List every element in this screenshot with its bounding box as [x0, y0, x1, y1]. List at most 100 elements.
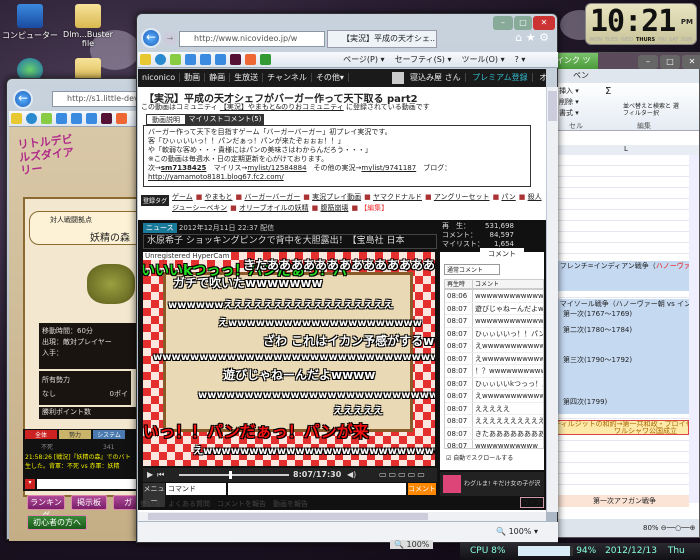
minimize-button[interactable]: –	[638, 55, 658, 69]
seek-handle[interactable]	[229, 471, 232, 479]
mylist-link[interactable]: mylist/12584884	[247, 164, 306, 172]
insert-button[interactable]: 挿入 ▾	[559, 86, 579, 97]
comment-input[interactable]	[228, 483, 406, 495]
favorites-star-icon[interactable]	[11, 113, 22, 124]
tag-link[interactable]: 実況プレイ動画	[312, 193, 361, 201]
autoscroll-checkbox[interactable]: ☑ 自動でスクロールする	[446, 453, 513, 462]
scroll-thumb[interactable]	[548, 91, 557, 121]
tag-link[interactable]: 腹筋崩壊	[320, 204, 348, 212]
ie-icon[interactable]	[185, 54, 196, 65]
footer-link[interactable]: 動画を報告	[273, 500, 308, 508]
tag-link[interactable]: やまもと	[205, 193, 233, 201]
excel-vscroll[interactable]	[689, 155, 699, 503]
user-name[interactable]: 寝込み屋 さん	[406, 73, 466, 82]
footer-link[interactable]: 使い方	[140, 500, 161, 508]
safety-menu[interactable]: セーフティ(S) ▾	[395, 54, 452, 65]
player-option-icons[interactable]: ▭▭▭▭▭	[379, 468, 427, 482]
chat-tab-system[interactable]: システム	[93, 430, 125, 439]
comment-row[interactable]: 08:07えええええええええええええ	[445, 415, 543, 428]
horizontal-scrollbar[interactable]	[138, 512, 546, 521]
tag-dictionary-icon[interactable]: ■	[196, 193, 205, 201]
tag-link[interactable]: バーガーバーガー	[244, 193, 300, 201]
tag-edit-link[interactable]: 【編集】	[360, 204, 388, 212]
close-button[interactable]: ✕	[533, 16, 555, 30]
maximize-button[interactable]: □	[660, 55, 680, 69]
minimize-button[interactable]: –	[493, 16, 513, 30]
footer-link[interactable]: よくある質問	[168, 500, 210, 508]
tag-link[interactable]: ヤマクドナルド	[373, 193, 422, 201]
find-select-button[interactable]: 検索と 選択	[653, 103, 679, 117]
close-button[interactable]: ✕	[682, 55, 700, 69]
favorites-star-icon[interactable]	[140, 54, 151, 65]
video-screen[interactable]: Unregistered HyperCam いいいkつっっ！パンだぁっ！パ きた…	[143, 252, 435, 466]
bbs-button[interactable]: 掲示板	[71, 495, 107, 510]
tab-description[interactable]: 動画説明	[146, 114, 186, 125]
format-button[interactable]: 書式 ▾	[559, 108, 579, 119]
ranking-button[interactable]: ランキング	[27, 495, 65, 520]
tag-link[interactable]: パン	[501, 193, 515, 201]
globe-icon[interactable]	[155, 54, 166, 65]
comment-panel-tab[interactable]: コメント	[480, 248, 524, 260]
column-header-l[interactable]: L	[553, 145, 699, 155]
pen-tab[interactable]: ペン	[553, 69, 699, 83]
excel-row[interactable]: 5 フレンチ=インディアン戦争（ハノーヴァー朝	[553, 261, 689, 291]
news-title-link[interactable]: 水原希子 ショッキングピンクで背中を大胆露出！【宝島社 日本	[143, 234, 437, 249]
nav-other[interactable]: その他▾	[311, 73, 349, 82]
home-star-gear-icons[interactable]: ⌂ ★ ⚙	[515, 31, 549, 44]
tag-dictionary-icon[interactable]: ■	[230, 204, 239, 212]
delete-button[interactable]: 削除 ▾	[559, 97, 579, 108]
comment-row[interactable]: 08:07 えええええ	[445, 402, 543, 415]
comment-list[interactable]: 08:06wwwwwwwwwwwwwww08:07遊びじゃねーんだよwww08:…	[444, 289, 544, 449]
ink-tools-tab[interactable]: インク ツール	[553, 53, 598, 81]
ie-icon[interactable]	[71, 113, 82, 124]
comment-row[interactable]: 08:07えwwwwwwwwwwwww	[445, 340, 543, 353]
ie-icon[interactable]	[86, 113, 97, 124]
seek-bar[interactable]	[179, 474, 289, 476]
comment-row[interactable]: 08:07！？wwwwwwwwwww	[445, 365, 543, 378]
tab-mylist-comments[interactable]: マイリストコメント(5)	[186, 114, 264, 125]
comment-row[interactable]: 08:07えwwwwwwwwwwwww	[445, 390, 543, 403]
zoom-level[interactable]: 100%	[509, 527, 532, 536]
sort-filter-button[interactable]: 並べ替えと フィルター	[623, 103, 653, 117]
excel-row[interactable]: 3	[553, 291, 689, 299]
chat-tab-all[interactable]: 全体	[25, 430, 57, 439]
tools-menu[interactable]: ツール(O) ▾	[461, 54, 504, 65]
chat-toggle-button[interactable]: ▾	[25, 479, 35, 489]
comment-row[interactable]: 08:07えwwwwwwwwwwwww	[445, 352, 543, 365]
comment-submit-button[interactable]: コメント	[408, 483, 436, 495]
ie-icon[interactable]	[215, 54, 226, 65]
ie-icon[interactable]	[56, 113, 67, 124]
excel-row[interactable]: 7 マイソール戦争（ハノーヴァー朝 vs インド 第一次(1767～1769) …	[553, 299, 689, 414]
comment-row[interactable]: 08:07wwwwwwwwwwwwwww	[445, 315, 543, 328]
help-menu[interactable]: ? ▾	[515, 55, 526, 64]
nav-video[interactable]: 動画	[180, 73, 206, 82]
comment-row[interactable]: 08:07ひぃぃいいっ！！パンだぁ	[445, 327, 543, 340]
back-button[interactable]: ←	[141, 28, 161, 48]
comment-row[interactable]: 08:07 wwwwwwwwwww	[445, 440, 543, 448]
tag-link[interactable]: アングリーセット	[434, 193, 490, 201]
nav-live[interactable]: 生放送	[230, 73, 264, 82]
w-icon[interactable]	[116, 113, 127, 124]
tag-dictionary-icon[interactable]: ■	[364, 193, 373, 201]
other-mylist-link[interactable]: mylist/9741187	[361, 164, 416, 172]
volume-icon[interactable]: ◀)	[347, 468, 356, 482]
autosum-icon[interactable]: Σ	[605, 86, 611, 97]
vertical-scrollbar[interactable]	[547, 87, 558, 512]
android-icon[interactable]	[170, 54, 181, 65]
excel-row[interactable]: ティルジットの和約→第一共和政・プロイセン ワルシャワ公国成立	[553, 420, 689, 435]
nav-channel[interactable]: チャンネル	[263, 73, 312, 82]
nav-seiga[interactable]: 静画	[205, 73, 231, 82]
tag-dictionary-icon[interactable]: ■	[351, 204, 360, 212]
play-icon[interactable]: ▶	[147, 470, 153, 479]
blog-link[interactable]: http://yamamoto8181.blog67.fc2.com/	[148, 173, 526, 182]
chat-tab-faction[interactable]: 勢力	[59, 430, 91, 439]
excel-grid[interactable]: 5 フレンチ=インディアン戦争（ハノーヴァー朝 3 7 マイソール戦争（ハノーヴ…	[553, 155, 689, 507]
beginner-guide-button[interactable]: 初心者の方へ	[27, 515, 87, 530]
excel-row[interactable]: 第一次アフガン戦争	[553, 495, 689, 507]
command-input[interactable]: コマンド	[166, 483, 226, 495]
tag-dictionary-icon[interactable]: ■	[519, 193, 528, 201]
page-menu[interactable]: ページ(P) ▾	[343, 54, 384, 65]
globe-icon[interactable]	[26, 113, 37, 124]
back-button[interactable]: ←	[13, 89, 33, 109]
tag-link[interactable]: ゲーム	[172, 193, 193, 201]
